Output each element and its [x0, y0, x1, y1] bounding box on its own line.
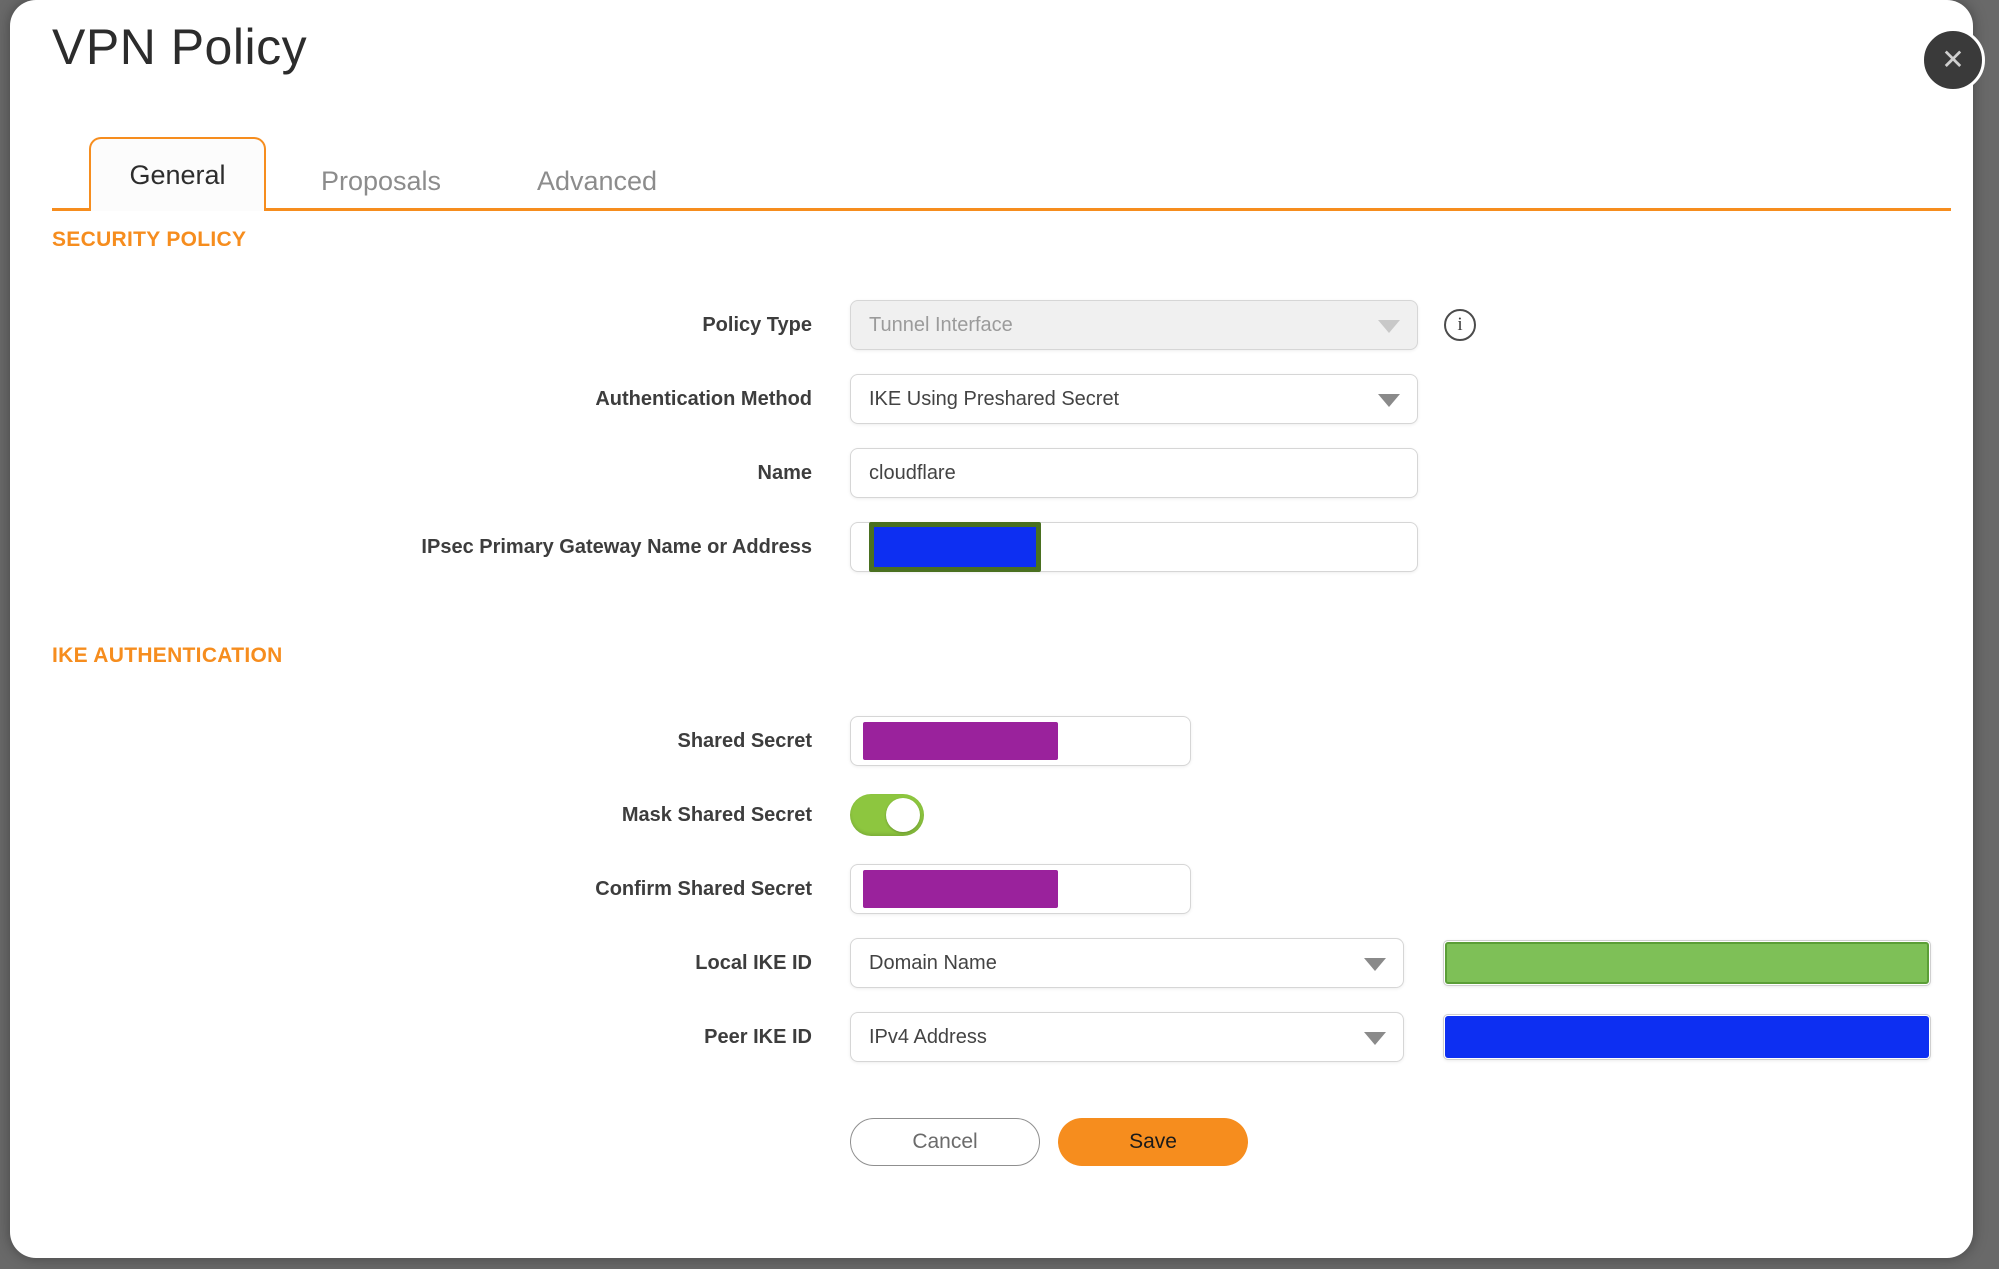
chevron-down-icon: [1378, 320, 1400, 333]
peer-ike-id-value-input[interactable]: [1443, 1014, 1931, 1060]
ike-authentication-rows: Shared Secret Mask Shared Secret Confirm…: [52, 716, 1931, 1062]
local-ike-id-redacted-value: [1445, 942, 1929, 984]
gateway-label: IPsec Primary Gateway Name or Address: [421, 535, 812, 558]
tab-general[interactable]: General: [89, 137, 266, 211]
peer-ike-id-selected: IPv4 Address: [869, 1025, 987, 1048]
chevron-down-icon: [1364, 958, 1386, 971]
auth-method-label: Authentication Method: [595, 387, 812, 410]
peer-ike-id-select[interactable]: IPv4 Address: [850, 1012, 1404, 1062]
peer-ike-id-label: Peer IKE ID: [704, 1025, 812, 1048]
local-ike-id-value-input[interactable]: [1443, 940, 1931, 986]
tab-proposals-label: Proposals: [320, 165, 442, 196]
name-row: Name cloudflare: [52, 448, 1931, 498]
vpn-policy-dialog: VPN Policy ✕ General Proposals Advanced …: [10, 0, 1985, 1258]
auth-method-select[interactable]: IKE Using Preshared Secret: [850, 374, 1418, 424]
tab-general-label: General: [129, 159, 226, 190]
mask-shared-secret-toggle[interactable]: [850, 794, 924, 836]
local-ike-id-selected: Domain Name: [869, 951, 997, 974]
tab-proposals[interactable]: Proposals: [306, 151, 456, 211]
confirm-shared-secret-row: Confirm Shared Secret: [52, 864, 1931, 914]
mask-shared-secret-label: Mask Shared Secret: [621, 803, 812, 826]
local-ike-id-row: Local IKE ID Domain Name: [52, 938, 1931, 988]
tab-bar: General Proposals Advanced: [52, 137, 1951, 211]
security-policy-rows: Policy Type Tunnel Interface i Authentic…: [52, 300, 1931, 572]
security-policy-section-title: SECURITY POLICY: [52, 228, 247, 251]
gateway-redacted-value: [869, 522, 1041, 572]
policy-type-row: Policy Type Tunnel Interface i: [52, 300, 1931, 350]
policy-type-select[interactable]: Tunnel Interface: [850, 300, 1418, 350]
name-input[interactable]: cloudflare: [850, 448, 1418, 498]
close-icon: ✕: [1941, 44, 1965, 75]
peer-ike-id-redacted-value: [1445, 1016, 1929, 1058]
name-value: cloudflare: [869, 461, 956, 484]
info-icon[interactable]: i: [1444, 309, 1476, 341]
policy-type-label: Policy Type: [702, 313, 812, 336]
auth-method-value: IKE Using Preshared Secret: [869, 387, 1120, 410]
local-ike-id-select[interactable]: Domain Name: [850, 938, 1404, 988]
chevron-down-icon: [1378, 394, 1400, 407]
auth-method-row: Authentication Method IKE Using Preshare…: [52, 374, 1931, 424]
confirm-shared-secret-redacted-value: [863, 870, 1058, 908]
gateway-input[interactable]: [850, 522, 1418, 572]
local-ike-id-label: Local IKE ID: [695, 951, 812, 974]
shared-secret-input[interactable]: [850, 716, 1191, 766]
confirm-shared-secret-input[interactable]: [850, 864, 1191, 914]
mask-shared-secret-row: Mask Shared Secret: [52, 790, 1931, 840]
ike-authentication-section-title: IKE AUTHENTICATION: [52, 644, 283, 667]
action-buttons: Cancel Save: [850, 1118, 1931, 1166]
tab-advanced[interactable]: Advanced: [522, 151, 672, 211]
shared-secret-row: Shared Secret: [52, 716, 1931, 766]
tab-advanced-label: Advanced: [536, 165, 658, 196]
toggle-knob: [886, 798, 920, 832]
peer-ike-id-row: Peer IKE ID IPv4 Address: [52, 1012, 1931, 1062]
screen-background: VPN Policy ✕ General Proposals Advanced …: [0, 0, 1999, 1269]
shared-secret-label: Shared Secret: [677, 729, 812, 752]
chevron-down-icon: [1364, 1032, 1386, 1045]
save-button[interactable]: Save: [1058, 1118, 1248, 1166]
confirm-shared-secret-label: Confirm Shared Secret: [595, 877, 812, 900]
gateway-row: IPsec Primary Gateway Name or Address: [52, 522, 1931, 572]
shared-secret-redacted-value: [863, 722, 1058, 760]
dialog-title: VPN Policy: [52, 19, 308, 75]
close-button[interactable]: ✕: [1921, 28, 1985, 92]
cancel-button[interactable]: Cancel: [850, 1118, 1040, 1166]
name-label: Name: [757, 461, 812, 484]
policy-type-value: Tunnel Interface: [869, 313, 1013, 336]
